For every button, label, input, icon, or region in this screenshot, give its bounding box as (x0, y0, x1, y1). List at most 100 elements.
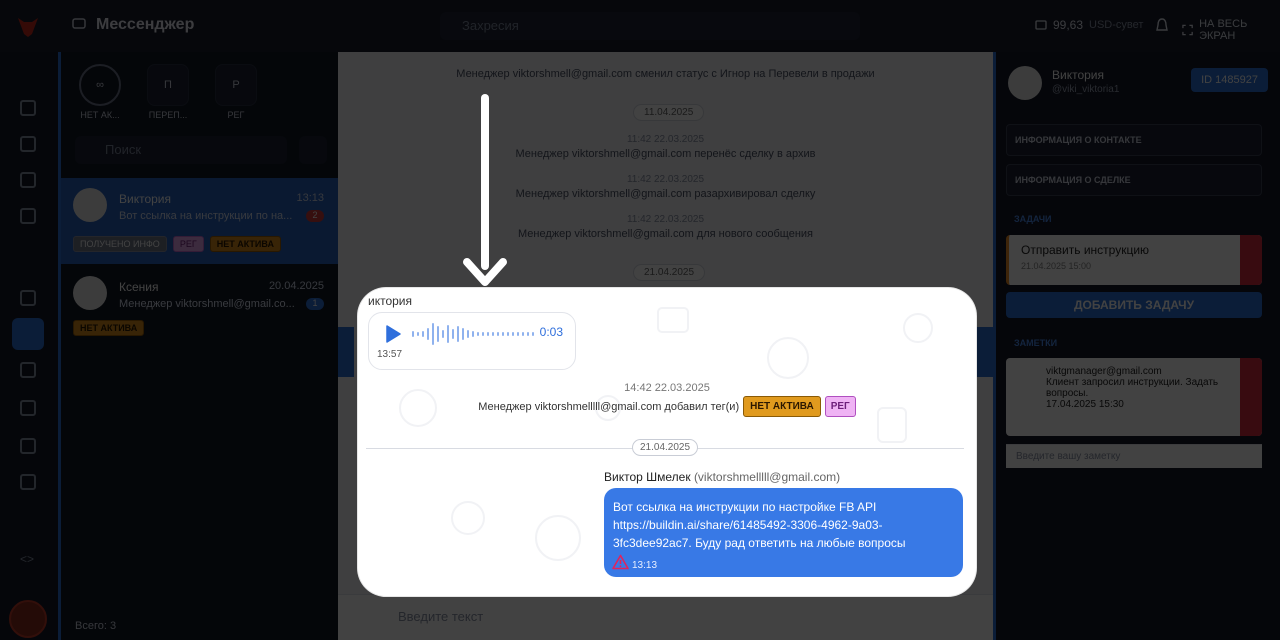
system-time: 11:42 22.03.2025 (626, 174, 705, 185)
tag-no-asset: НЕТ АКТИВА (743, 396, 821, 417)
collapse-right-button[interactable] (977, 327, 993, 377)
chat-item-name: Ксения (119, 280, 159, 294)
tag: НЕТ АКТИВА (73, 320, 145, 336)
task-date: 21.04.2025 15:00 (1021, 261, 1092, 271)
tag: ПОЛУЧЕНО ИНФО (73, 236, 167, 252)
outgoing-sender-email: (viktorshmelllll@gmail.com) (693, 470, 841, 484)
fullscreen-button[interactable]: НА ВЕСЬ ЭКРАН (1182, 18, 1280, 42)
contact-header: Виктория @viki_viktoria1 (1008, 66, 1119, 100)
app-title: Мессенджер (72, 16, 194, 34)
tasks-section[interactable]: ЗАДАЧИ (1006, 204, 1262, 236)
system-message: Менеджер viktorshmell@gmail.com для ново… (517, 228, 814, 240)
nav-eye-icon[interactable] (20, 208, 36, 224)
tag-reg: РЕГ (824, 396, 856, 417)
chat-total-count: Всего: 3 (75, 620, 117, 632)
nav-comments-icon[interactable] (20, 362, 36, 378)
collapse-left-button[interactable] (338, 327, 354, 377)
chat-item-tags: ПОЛУЧЕНО ИНФО РЕГ НЕТ АКТИВА (73, 236, 281, 252)
filter-label: РЕГ (227, 110, 245, 120)
notes-section[interactable]: ЗАМЕТКИ (1006, 328, 1262, 360)
date-separator: 11.04.2025 (633, 104, 705, 121)
chat-list-panel: ∞ НЕТ АК... П ПЕРЕП... Р РЕГ Поиск Викто… (58, 52, 338, 640)
delete-note-button[interactable] (1240, 358, 1262, 436)
nav-stats-icon[interactable] (20, 400, 36, 416)
contact-id-button[interactable]: ID 1485927 (1191, 68, 1268, 92)
nav-filter-icon[interactable] (20, 136, 36, 152)
tag: НЕТ АКТИВА (209, 236, 281, 252)
task-title: Отправить инструкцию (1021, 243, 1150, 257)
note-card: viktgmanager@gmail.com Клиент запросил и… (1006, 358, 1262, 436)
expand-rail-icon[interactable]: <> (20, 552, 34, 566)
pointer-arrow-shaft (481, 94, 489, 270)
contact-info-section[interactable]: ИНФОРМАЦИЯ О КОНТАКТЕ (1006, 124, 1262, 156)
global-search-input[interactable]: Захресия (440, 12, 860, 40)
chat-search-input[interactable]: Поиск (75, 136, 287, 164)
top-bar: Мессенджер Захресия 99,63 USD-сувет НА В… (0, 0, 1280, 52)
chat-item-tags: НЕТ АКТИВА (73, 320, 145, 336)
balance-currency: USD-сувет (1089, 19, 1144, 31)
contact-name: Виктория (1052, 68, 1105, 82)
voice-duration: 0:03 (539, 325, 563, 339)
system-message-text: Менеджер viktorshmelllll@gmail.com добав… (478, 400, 740, 413)
system-message: Менеджер viktorshmell@gmail.com перенёс … (515, 148, 816, 160)
user-avatar[interactable] (9, 600, 47, 638)
balance[interactable]: 99,63 USD-сувет (1035, 18, 1143, 32)
note-author: viktgmanager@gmail.com (1046, 366, 1162, 377)
unread-badge: 2 (306, 210, 324, 222)
contact-handle: @viki_viktoria1 (1052, 84, 1120, 95)
system-time: 14:42 22.03.2025 (624, 382, 710, 394)
message-input[interactable]: Введите текст (398, 609, 483, 624)
wallet-icon (1035, 20, 1047, 30)
voice-time: 13:57 (377, 349, 403, 360)
nav-messenger-icon[interactable] (12, 318, 44, 350)
outgoing-message-bubble[interactable]: Вот ссылка на инструкции по настройке FB… (604, 488, 963, 577)
nav-settings-icon[interactable] (20, 172, 36, 188)
add-task-button[interactable]: ДОБАВИТЬ ЗАДАЧУ (1006, 292, 1262, 318)
date-separator: 21.04.2025 (632, 439, 699, 456)
filter-transfer[interactable]: П ПЕРЕП... (143, 64, 193, 120)
bull-logo-icon[interactable] (14, 12, 42, 40)
system-message: Менеджер viktorshmell@gmail.com сменил с… (456, 68, 875, 80)
filter-row: ∞ НЕТ АК... П ПЕРЕП... Р РЕГ (75, 64, 261, 120)
chat-item-victoria[interactable]: Виктория 13:13 Вот ссылка на инструкции … (61, 178, 338, 264)
outgoing-sender-name: Виктор Шмелек (604, 470, 691, 484)
nav-globe-icon[interactable] (20, 290, 36, 306)
nav-rail: <> (0, 52, 58, 640)
balance-value: 99,63 (1053, 18, 1084, 32)
note-text: Клиент запросил инструкции. Задать вопро… (1046, 377, 1219, 399)
chat-item-name: Виктория (119, 192, 172, 206)
system-message: Менеджер viktorshmell@gmail.com разархив… (515, 188, 816, 200)
chat-icon (72, 18, 86, 29)
note-input[interactable]: Введите вашу заметку (1006, 444, 1262, 468)
delete-task-button[interactable] (1240, 235, 1262, 285)
filter-reg[interactable]: Р РЕГ (211, 64, 261, 120)
system-message: Менеджер viktorshmelllll@gmail.com добав… (358, 396, 976, 417)
chat-item-time: 20.04.2025 (268, 280, 324, 292)
nav-users-icon[interactable] (20, 438, 36, 454)
message-time: 13:13 (632, 560, 658, 571)
waveform[interactable] (411, 321, 535, 347)
sender-name: иктория (368, 294, 412, 308)
chat-item-preview: Менеджер viktorshmell@gmail.co... (119, 298, 295, 310)
contact-avatar (73, 276, 107, 310)
filter-reg-icon: Р (215, 64, 257, 106)
filter-no-active[interactable]: ∞ НЕТ АК... (75, 64, 125, 120)
funnel-filter-button[interactable] (299, 136, 327, 164)
filter-transfer-icon: П (147, 64, 189, 106)
deal-info-section[interactable]: ИНФОРМАЦИЯ О СДЕЛКЕ (1006, 164, 1262, 196)
chat-item-time: 13:13 (296, 192, 324, 204)
outgoing-sender: Виктор Шмелек (viktorshmelllll@gmail.com… (604, 470, 840, 484)
app-title-text: Мессенджер (96, 16, 195, 33)
play-icon[interactable] (385, 325, 401, 343)
bell-icon[interactable] (1155, 18, 1169, 34)
fullscreen-label: НА ВЕСЬ ЭКРАН (1199, 18, 1248, 42)
task-card[interactable]: Отправить инструкцию 21.04.2025 15:00 (1006, 235, 1262, 285)
contact-avatar (1008, 66, 1042, 100)
warning-icon[interactable] (612, 554, 629, 570)
voice-message: 0:03 13:57 (368, 312, 576, 370)
system-time: 11:42 22.03.2025 (626, 214, 705, 225)
chat-item-ksenia[interactable]: Ксения 20.04.2025 Менеджер viktorshmell@… (61, 266, 338, 352)
chat-item-preview: Вот ссылка на инструкции по на... (119, 210, 293, 222)
nav-mail-icon[interactable] (20, 474, 36, 490)
nav-dashboard-icon[interactable] (20, 100, 36, 116)
